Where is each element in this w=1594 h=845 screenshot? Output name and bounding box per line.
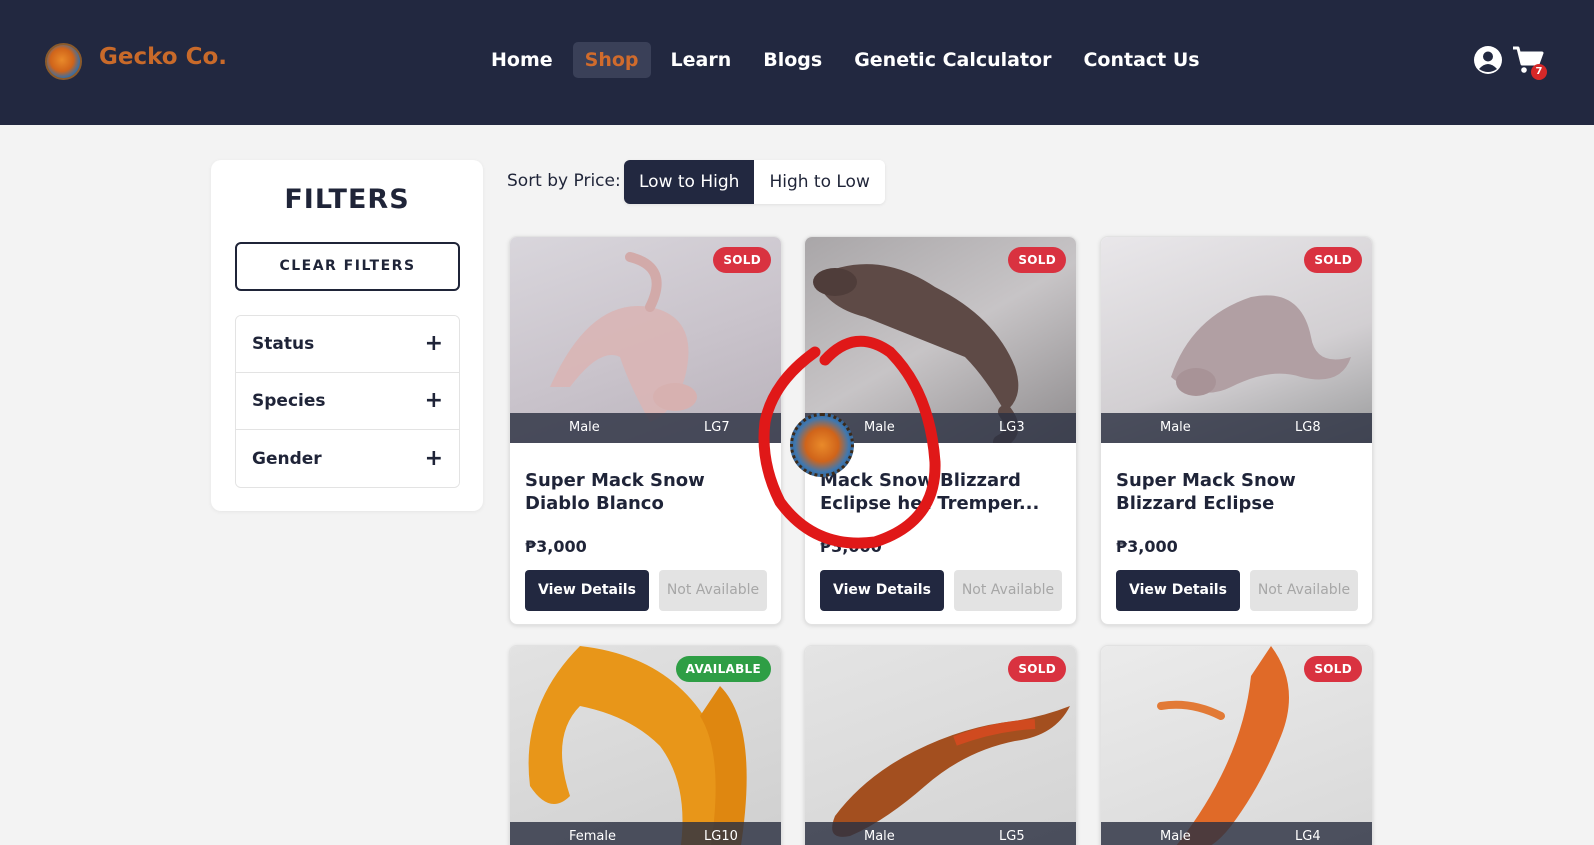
view-details-button[interactable]: View Details (820, 570, 944, 611)
user-account-icon[interactable] (1473, 45, 1503, 75)
sort-high-to-low-button[interactable]: High to Low (754, 160, 885, 204)
gecko-logo-icon[interactable] (45, 43, 82, 80)
product-meta-strip: Female LG10 (510, 822, 781, 845)
status-badge: SOLD (1304, 247, 1362, 273)
product-gender: Male (1160, 420, 1191, 435)
top-navbar: Gecko Co. Home Shop Learn Blogs Genetic … (0, 0, 1594, 125)
product-price: ₱3,000 (1116, 537, 1178, 556)
product-gender: Male (569, 420, 600, 435)
filter-species-label: Species (252, 391, 326, 411)
product-card: SOLD Male LG4 (1100, 645, 1373, 845)
status-badge: SOLD (1008, 247, 1066, 273)
status-badge: AVAILABLE (675, 656, 771, 682)
product-code: LG5 (999, 829, 1025, 844)
product-code: LG3 (999, 420, 1025, 435)
filter-status[interactable]: Status + (236, 316, 459, 373)
filter-species[interactable]: Species + (236, 373, 459, 430)
sort-label: Sort by Price: (507, 171, 621, 191)
product-card: SOLD Male LG5 (804, 645, 1077, 845)
main-nav: Home Shop Learn Blogs Genetic Calculator… (479, 41, 1212, 79)
product-meta-strip: Male LG7 (510, 413, 781, 443)
status-badge: SOLD (713, 247, 771, 273)
filter-gender[interactable]: Gender + (236, 430, 459, 487)
view-details-button[interactable]: View Details (1116, 570, 1240, 611)
sort-toggle: Low to High High to Low (624, 160, 885, 204)
product-code: LG8 (1295, 420, 1321, 435)
product-title[interactable]: Mack Snow Blizzard Eclipse het Tremper..… (820, 469, 1065, 515)
product-card: AVAILABLE Female LG10 (509, 645, 782, 845)
clear-filters-button[interactable]: CLEAR FILTERS (235, 242, 460, 291)
plus-icon[interactable]: + (425, 390, 443, 412)
filter-accordion: Status + Species + Gender + (235, 315, 460, 488)
product-price: ₱3,000 (820, 537, 882, 556)
nav-genetic-calculator[interactable]: Genetic Calculator (842, 42, 1063, 78)
sort-low-to-high-button[interactable]: Low to High (624, 160, 755, 204)
product-code: LG10 (704, 829, 738, 844)
status-badge: SOLD (1008, 656, 1066, 682)
brand-name[interactable]: Gecko Co. (99, 44, 227, 70)
product-card: SOLD Male LG8 Super Mack Snow Blizzard E… (1100, 236, 1373, 625)
nav-learn[interactable]: Learn (659, 42, 744, 78)
product-gender: Female (569, 829, 617, 844)
product-title[interactable]: Super Mack Snow Blizzard Eclipse (1116, 469, 1361, 515)
not-available-button: Not Available (1250, 570, 1358, 611)
product-gender: Male (864, 420, 895, 435)
nav-blogs[interactable]: Blogs (751, 42, 834, 78)
filters-title: FILTERS (284, 184, 410, 215)
nav-contact-us[interactable]: Contact Us (1071, 42, 1211, 78)
not-available-button: Not Available (954, 570, 1062, 611)
product-code: LG4 (1295, 829, 1321, 844)
not-available-button: Not Available (659, 570, 767, 611)
product-card: SOLD Male LG7 Super Mack Snow Diablo Bla… (509, 236, 782, 625)
product-price: ₱3,000 (525, 537, 587, 556)
filter-gender-label: Gender (252, 448, 322, 469)
nav-home[interactable]: Home (479, 42, 565, 78)
filters-panel: FILTERS CLEAR FILTERS Status + Species +… (211, 160, 483, 511)
cart-count-badge: 7 (1531, 64, 1547, 80)
product-meta-strip: Male LG5 (805, 822, 1076, 845)
product-gender: Male (864, 829, 895, 844)
product-code: LG7 (704, 420, 730, 435)
floating-gecko-logo-icon[interactable] (790, 413, 854, 477)
product-meta-strip: Male LG8 (1101, 413, 1372, 443)
filter-status-label: Status (252, 334, 315, 354)
product-meta-strip: Male LG4 (1101, 822, 1372, 845)
product-title[interactable]: Super Mack Snow Diablo Blanco (525, 469, 770, 515)
product-gender: Male (1160, 829, 1191, 844)
status-badge: SOLD (1304, 656, 1362, 682)
nav-shop[interactable]: Shop (572, 42, 651, 78)
plus-icon[interactable]: + (425, 333, 443, 355)
plus-icon[interactable]: + (425, 447, 443, 470)
view-details-button[interactable]: View Details (525, 570, 649, 611)
